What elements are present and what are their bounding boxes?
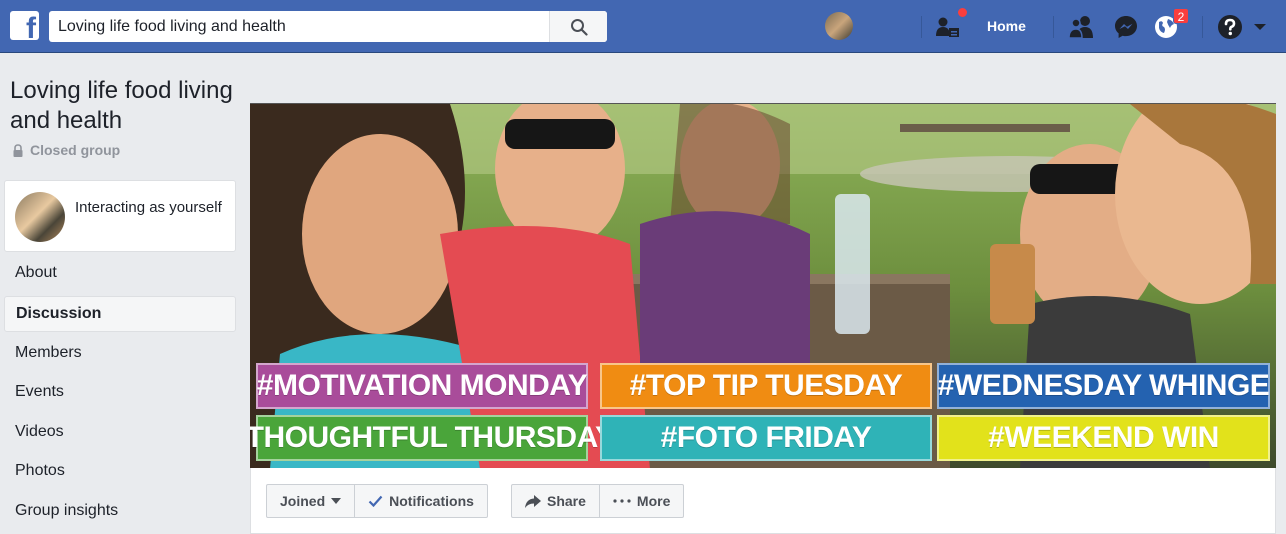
- interacting-as-box[interactable]: Interacting as yourself: [4, 180, 236, 252]
- group-title[interactable]: Loving life food living and health: [10, 76, 240, 136]
- interacting-as-label: Interacting as yourself: [75, 199, 222, 216]
- share-label: Share: [547, 493, 586, 509]
- joined-button[interactable]: Joined: [267, 485, 354, 517]
- nav-divider: [1053, 16, 1054, 38]
- group-sidebar-nav: About Discussion Members Events Videos P…: [4, 255, 236, 532]
- group-action-bar: Joined Notifications Share More: [250, 468, 1276, 534]
- joined-label: Joined: [280, 493, 326, 509]
- hashtag-banner: #WEEKEND WIN: [937, 415, 1270, 461]
- top-navigation-bar: f Home: [0, 0, 1286, 53]
- sidebar-item-photos[interactable]: Photos: [4, 453, 236, 493]
- hashtag-label: #WEDNESDAY WHINGE: [937, 369, 1270, 402]
- membership-button-group: Joined Notifications: [266, 484, 488, 518]
- friend-requests-icon[interactable]: [1068, 13, 1096, 41]
- notifications-button[interactable]: Notifications: [354, 485, 487, 517]
- account-menu-chevron-down-icon[interactable]: [1250, 13, 1270, 41]
- hashtag-banner: #WEDNESDAY WHINGE: [937, 363, 1270, 409]
- lock-icon: [13, 143, 23, 157]
- sidebar-item-group-insights[interactable]: Group insights: [4, 493, 236, 533]
- share-arrow-icon: [525, 494, 541, 508]
- share-button[interactable]: Share: [512, 485, 599, 517]
- hashtag-label: #MOTIVATION MONDAY: [256, 369, 588, 402]
- group-privacy-label: Closed group: [30, 142, 121, 158]
- hashtag-label: #THOUGHTFUL THURSDAY: [250, 421, 615, 454]
- group-privacy: Closed group: [12, 142, 120, 158]
- group-cover-photo[interactable]: #MOTIVATION MONDAY #TOP TIP TUESDAY #WED…: [250, 103, 1276, 468]
- hashtag-label: #TOP TIP TUESDAY: [629, 369, 903, 402]
- facebook-logo-icon[interactable]: f: [10, 11, 39, 40]
- sidebar-item-events[interactable]: Events: [4, 374, 236, 414]
- search-icon: [570, 18, 588, 36]
- more-label: More: [636, 493, 671, 509]
- hashtag-banner: #MOTIVATION MONDAY: [256, 363, 588, 409]
- hashtag-banner: #THOUGHTFUL THURSDAY: [250, 415, 615, 461]
- nav-divider: [921, 16, 922, 38]
- search-input[interactable]: [49, 11, 549, 42]
- nav-divider: [1202, 16, 1203, 38]
- sidebar-item-members[interactable]: Members: [4, 335, 236, 375]
- help-icon[interactable]: [1216, 13, 1244, 41]
- avatar: [15, 192, 65, 242]
- messenger-icon[interactable]: [1112, 13, 1140, 41]
- hashtag-banner: #FOTO FRIDAY: [600, 415, 932, 461]
- sidebar-item-about[interactable]: About: [4, 255, 236, 295]
- more-dots-icon: [613, 499, 631, 503]
- notifications-count-badge: 2: [1173, 8, 1189, 24]
- share-more-button-group: Share More: [511, 484, 685, 518]
- new-activity-dot: [956, 6, 969, 19]
- search-button[interactable]: [549, 11, 607, 42]
- more-button[interactable]: More: [598, 485, 683, 517]
- chevron-down-icon: [331, 498, 342, 504]
- sidebar-item-videos[interactable]: Videos: [4, 414, 236, 454]
- search-box: [49, 11, 607, 42]
- hashtag-banner: #TOP TIP TUESDAY: [600, 363, 932, 409]
- cover-photo-image: [250, 104, 1276, 468]
- hashtag-label: #WEEKEND WIN: [988, 421, 1219, 454]
- checkmark-icon: [368, 495, 383, 507]
- sidebar-item-discussion[interactable]: Discussion: [4, 295, 236, 332]
- notifications-label: Notifications: [389, 493, 474, 509]
- hashtag-label: #FOTO FRIDAY: [660, 421, 872, 454]
- home-link[interactable]: Home: [987, 18, 1026, 34]
- profile-avatar[interactable]: [825, 12, 853, 40]
